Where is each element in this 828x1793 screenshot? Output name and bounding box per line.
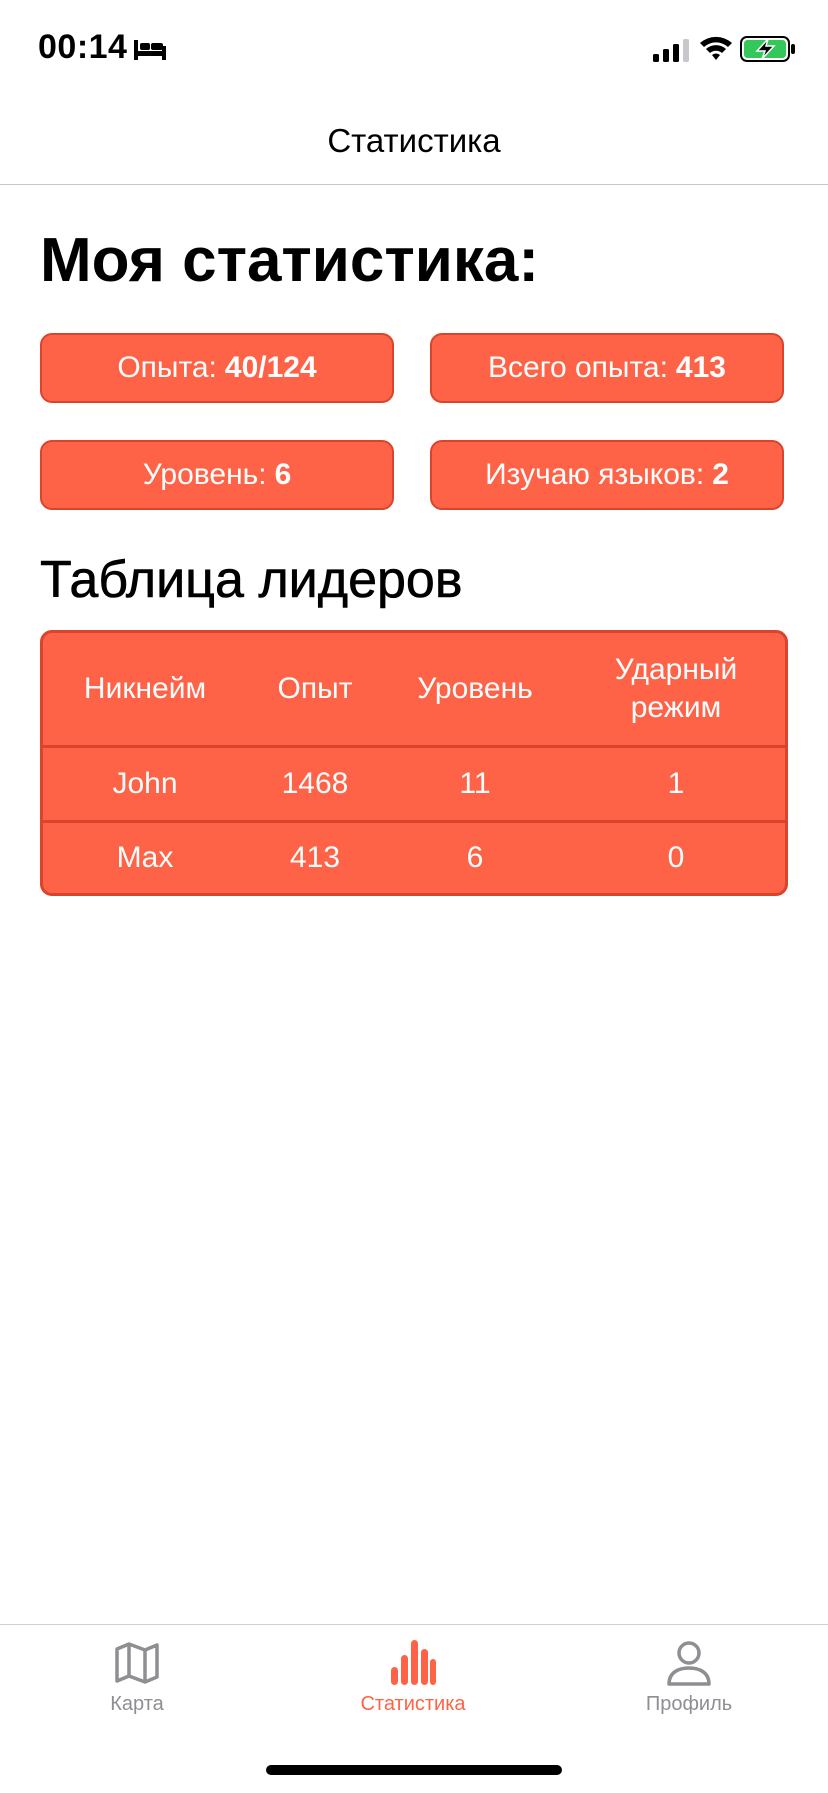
tab-map[interactable]: Карта	[37, 1639, 237, 1716]
leaderboard-table: Никнейм Опыт Уровень Ударный режим John …	[40, 630, 788, 896]
tab-label: Карта	[110, 1693, 164, 1715]
cell-experience: 1468	[281, 767, 349, 800]
tab-profile[interactable]: Профиль	[589, 1639, 789, 1716]
bed-icon	[134, 40, 166, 60]
column-header-level: Уровень	[417, 672, 533, 705]
table-row: John 1468 11 1	[43, 748, 785, 823]
wifi-icon	[700, 36, 732, 60]
stat-card-label: Уровень:	[142, 458, 267, 491]
cell-streak: 1	[667, 767, 685, 800]
stat-card-label: Изучаю языков:	[485, 458, 705, 491]
cell-experience: 413	[289, 841, 341, 874]
column-header-experience: Опыт	[277, 672, 353, 705]
stat-card-experience: Опыта: 40/124	[40, 333, 394, 403]
person-icon	[667, 1641, 711, 1686]
cell-streak: 0	[667, 841, 685, 874]
stat-card-level: Уровень: 6	[40, 440, 394, 510]
stat-card-value: 413	[675, 351, 726, 384]
signal-icon	[653, 39, 689, 62]
column-header-streak: Ударный режим	[614, 653, 738, 724]
nav-title: Статистика	[327, 122, 501, 159]
home-indicator[interactable]	[266, 1765, 562, 1775]
stat-card-languages: Изучаю языков: 2	[430, 440, 784, 510]
map-icon	[115, 1642, 159, 1684]
tab-label: Статистика	[360, 1693, 466, 1715]
stat-card-label: Опыта:	[117, 351, 217, 384]
cell-level: 11	[459, 767, 491, 800]
column-header-nickname: Никнейм	[83, 672, 207, 705]
stat-card-value: 2	[712, 458, 729, 491]
battery-charging-icon	[740, 36, 795, 62]
cell-level: 6	[466, 841, 484, 874]
my-stats-title: Моя статистика:	[40, 226, 540, 295]
leaderboard-title: Таблица лидеров	[40, 551, 463, 610]
stat-card-value: 6	[274, 458, 292, 491]
stat-card-label: Всего опыта:	[488, 351, 668, 384]
table-row: Max 413 6 0	[43, 823, 785, 893]
tab-statistics[interactable]: Статистика	[313, 1639, 513, 1716]
table-header-row: Никнейм Опыт Уровень Ударный режим	[43, 633, 785, 748]
cell-nickname: Max	[116, 841, 174, 874]
cell-nickname: John	[112, 767, 178, 800]
status-bar: 00:14	[0, 0, 828, 100]
stat-card-total-experience: Всего опыта: 413	[430, 333, 784, 403]
tab-label: Профиль	[645, 1693, 733, 1715]
navigation-bar: Статистика	[0, 100, 828, 185]
bar-chart-icon	[391, 1640, 436, 1685]
status-time: 00:14	[38, 28, 128, 66]
stat-card-value: 40/124	[224, 351, 317, 384]
